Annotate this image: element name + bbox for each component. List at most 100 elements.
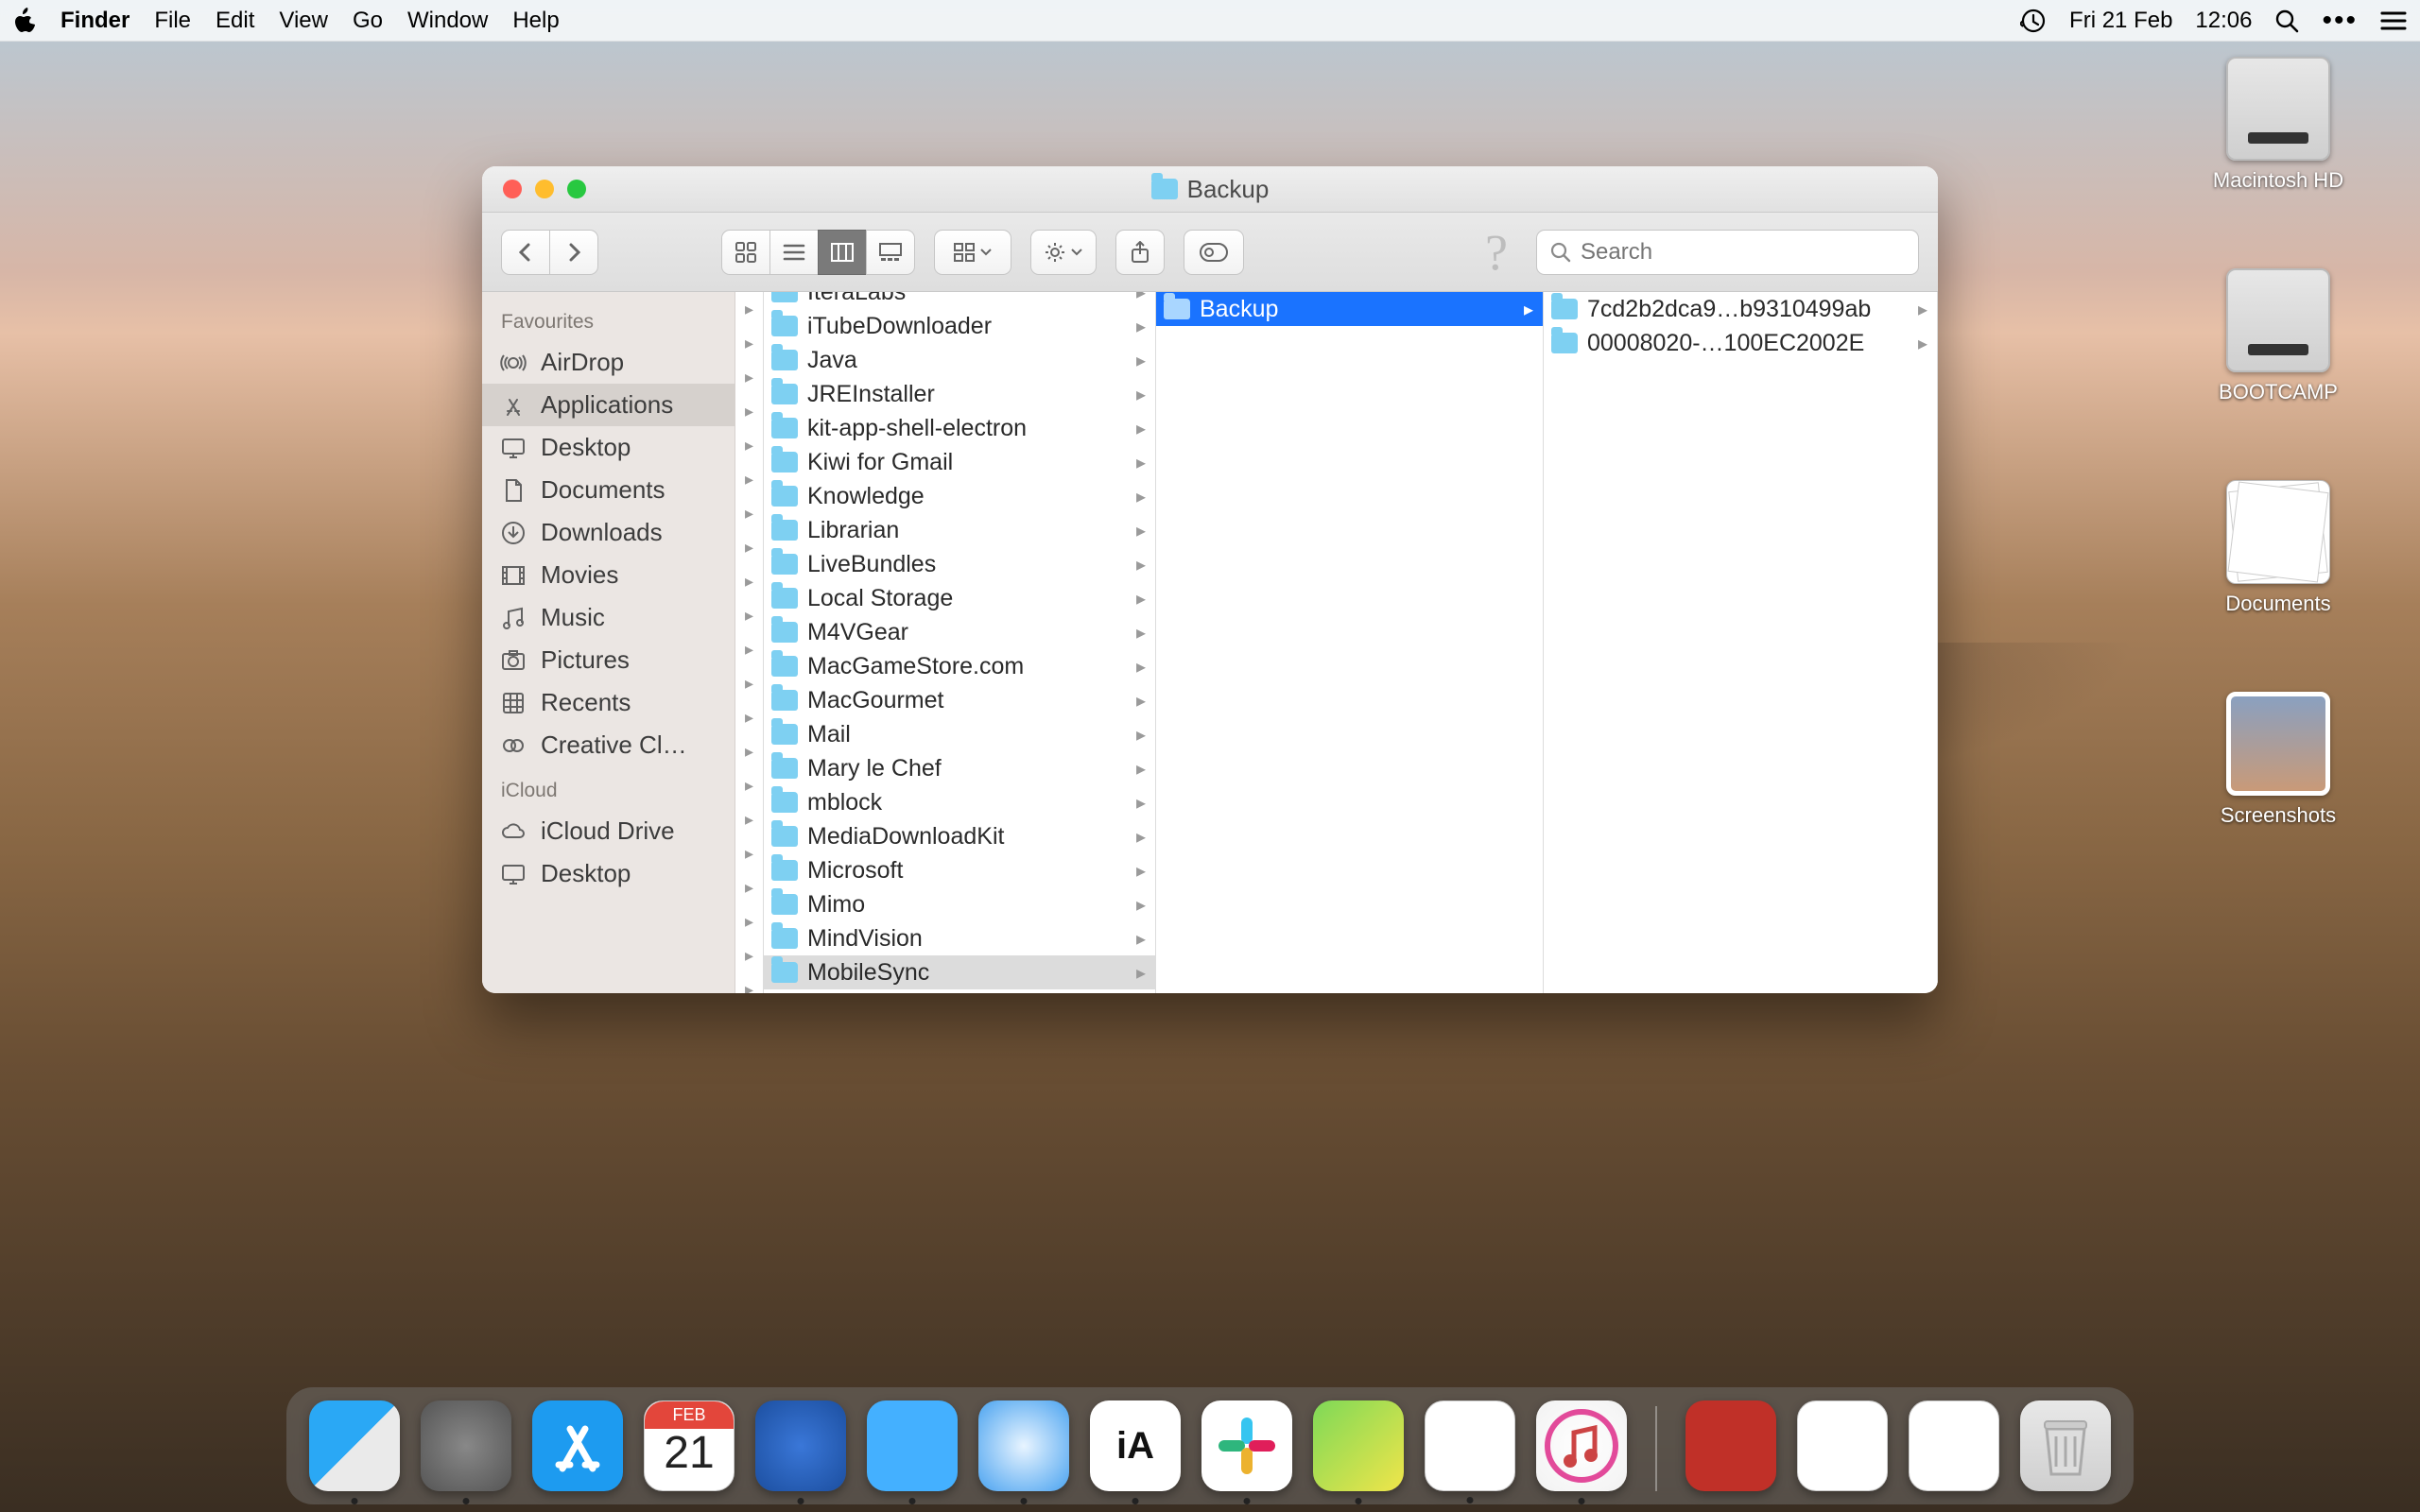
dock-itunes[interactable] xyxy=(1536,1400,1627,1491)
notification-center-icon[interactable] xyxy=(2380,10,2407,31)
desktop-icon-macintosh-hd[interactable]: Macintosh HD xyxy=(2203,57,2354,193)
view-columns-button[interactable] xyxy=(818,230,867,275)
sidebar-item-icloud-drive[interactable]: iCloud Drive xyxy=(482,810,735,852)
menubar-app-name[interactable]: Finder xyxy=(60,8,130,34)
nav-back-button[interactable] xyxy=(501,230,550,275)
time-machine-icon[interactable] xyxy=(2020,8,2047,34)
sidebar-item-desktop[interactable]: Desktop xyxy=(482,426,735,469)
search-input[interactable] xyxy=(1581,239,1905,266)
view-icons-button[interactable] xyxy=(721,230,770,275)
folder-row[interactable]: Kiwi for Gmail▸ xyxy=(764,445,1155,479)
sidebar-item-movies[interactable]: Movies xyxy=(482,554,735,596)
peek-chevron[interactable]: ▸ xyxy=(735,700,763,734)
finder-titlebar[interactable]: Backup xyxy=(482,166,1938,213)
dock-calendar[interactable]: FEB 21 xyxy=(644,1400,735,1491)
dock-iawriter[interactable]: iA xyxy=(1090,1400,1181,1491)
nav-forward-button[interactable] xyxy=(549,230,598,275)
dock-notes[interactable] xyxy=(1425,1400,1515,1491)
folder-row[interactable]: 00008020-…100EC2002E▸ xyxy=(1544,326,1937,360)
dock-appstore[interactable] xyxy=(532,1400,623,1491)
sidebar-item-music[interactable]: Music xyxy=(482,596,735,639)
share-button[interactable] xyxy=(1115,230,1165,275)
folder-row[interactable]: Mary le Chef▸ xyxy=(764,751,1155,785)
sidebar-item-downloads[interactable]: Downloads xyxy=(482,511,735,554)
peek-chevron[interactable]: ▸ xyxy=(735,972,763,993)
folder-row[interactable]: MindVision▸ xyxy=(764,921,1155,955)
apple-menu-icon[interactable] xyxy=(13,8,36,34)
folder-row[interactable]: MacGameStore.com▸ xyxy=(764,649,1155,683)
view-gallery-button[interactable] xyxy=(866,230,915,275)
sidebar-item-recents[interactable]: Recents xyxy=(482,681,735,724)
folder-row[interactable]: Librarian▸ xyxy=(764,513,1155,547)
peek-chevron[interactable]: ▸ xyxy=(735,462,763,496)
folder-row[interactable]: mblock▸ xyxy=(764,785,1155,819)
peek-chevron[interactable]: ▸ xyxy=(735,938,763,972)
column-3[interactable]: 7cd2b2dca9…b9310499ab▸00008020-…100EC200… xyxy=(1544,292,1938,993)
tags-button[interactable] xyxy=(1184,230,1244,275)
action-menu-button[interactable] xyxy=(1030,230,1097,275)
peek-chevron[interactable]: ▸ xyxy=(735,326,763,360)
peek-chevron[interactable]: ▸ xyxy=(735,292,763,326)
folder-row[interactable]: Mail▸ xyxy=(764,717,1155,751)
peek-chevron[interactable]: ▸ xyxy=(735,496,763,530)
siri-icon[interactable]: ••• xyxy=(2322,5,2358,37)
desktop-icon-screenshots[interactable]: Screenshots xyxy=(2203,692,2354,828)
peek-chevron[interactable]: ▸ xyxy=(735,428,763,462)
folder-row[interactable]: Microsoft▸ xyxy=(764,853,1155,887)
dock-doc-2[interactable] xyxy=(1909,1400,1999,1491)
group-by-button[interactable] xyxy=(934,230,1011,275)
peek-chevron[interactable]: ▸ xyxy=(735,394,763,428)
peek-chevron[interactable]: ▸ xyxy=(735,598,763,632)
menu-file[interactable]: File xyxy=(154,8,191,34)
menubar-time[interactable]: 12:06 xyxy=(2195,8,2252,34)
peek-chevron[interactable]: ▸ xyxy=(735,734,763,768)
dock-openemu[interactable] xyxy=(1685,1400,1776,1491)
sidebar-item-desktop[interactable]: Desktop xyxy=(482,852,735,895)
peek-chevron[interactable]: ▸ xyxy=(735,904,763,938)
dock-safari[interactable] xyxy=(978,1400,1069,1491)
peek-chevron[interactable]: ▸ xyxy=(735,564,763,598)
folder-row[interactable]: Mimo▸ xyxy=(764,887,1155,921)
folder-row[interactable]: JREInstaller▸ xyxy=(764,377,1155,411)
menu-window[interactable]: Window xyxy=(407,8,488,34)
folder-row[interactable]: MediaDownloadKit▸ xyxy=(764,819,1155,853)
column-2[interactable]: Backup▸ xyxy=(1156,292,1544,993)
dock-launchpad[interactable] xyxy=(421,1400,511,1491)
column-peek[interactable]: ▸▸▸▸▸▸▸▸▸▸▸▸▸▸▸▸▸▸▸▸▸ xyxy=(735,292,764,993)
folder-row[interactable]: LiveBundles▸ xyxy=(764,547,1155,581)
dock-finder[interactable] xyxy=(309,1400,400,1491)
sidebar-item-creative-cl-[interactable]: Creative Cl… xyxy=(482,724,735,766)
menu-go[interactable]: Go xyxy=(353,8,383,34)
dock-app-k[interactable] xyxy=(1313,1400,1404,1491)
menu-help[interactable]: Help xyxy=(512,8,559,34)
folder-row[interactable]: Java▸ xyxy=(764,343,1155,377)
peek-chevron[interactable]: ▸ xyxy=(735,768,763,802)
folder-row[interactable]: M4VGear▸ xyxy=(764,615,1155,649)
peek-chevron[interactable]: ▸ xyxy=(735,836,763,870)
peek-chevron[interactable]: ▸ xyxy=(735,360,763,394)
folder-row[interactable]: MacGourmet▸ xyxy=(764,683,1155,717)
folder-row[interactable]: kit-app-shell-electron▸ xyxy=(764,411,1155,445)
peek-chevron[interactable]: ▸ xyxy=(735,666,763,700)
folder-row[interactable]: 7cd2b2dca9…b9310499ab▸ xyxy=(1544,292,1937,326)
help-icon[interactable]: ? xyxy=(1485,223,1508,282)
peek-chevron[interactable]: ▸ xyxy=(735,530,763,564)
dock-tweetbot[interactable] xyxy=(867,1400,958,1491)
menubar-date[interactable]: Fri 21 Feb xyxy=(2069,8,2172,34)
sidebar-item-pictures[interactable]: Pictures xyxy=(482,639,735,681)
folder-row[interactable]: Knowledge▸ xyxy=(764,479,1155,513)
sidebar-item-airdrop[interactable]: AirDrop xyxy=(482,341,735,384)
dock-thunderbird[interactable] xyxy=(755,1400,846,1491)
sidebar-item-applications[interactable]: Applications xyxy=(482,384,735,426)
dock-doc-1[interactable] xyxy=(1797,1400,1888,1491)
folder-row[interactable]: Backup▸ xyxy=(1156,292,1543,326)
peek-chevron[interactable]: ▸ xyxy=(735,870,763,904)
menu-edit[interactable]: Edit xyxy=(216,8,254,34)
dock-trash[interactable] xyxy=(2020,1400,2111,1491)
desktop-icon-bootcamp[interactable]: BOOTCAMP xyxy=(2203,268,2354,404)
sidebar-item-documents[interactable]: Documents xyxy=(482,469,735,511)
desktop-icon-documents[interactable]: Documents xyxy=(2203,480,2354,616)
folder-row[interactable]: MobileSync▸ xyxy=(764,955,1155,989)
dock-slack[interactable] xyxy=(1201,1400,1292,1491)
peek-chevron[interactable]: ▸ xyxy=(735,802,763,836)
